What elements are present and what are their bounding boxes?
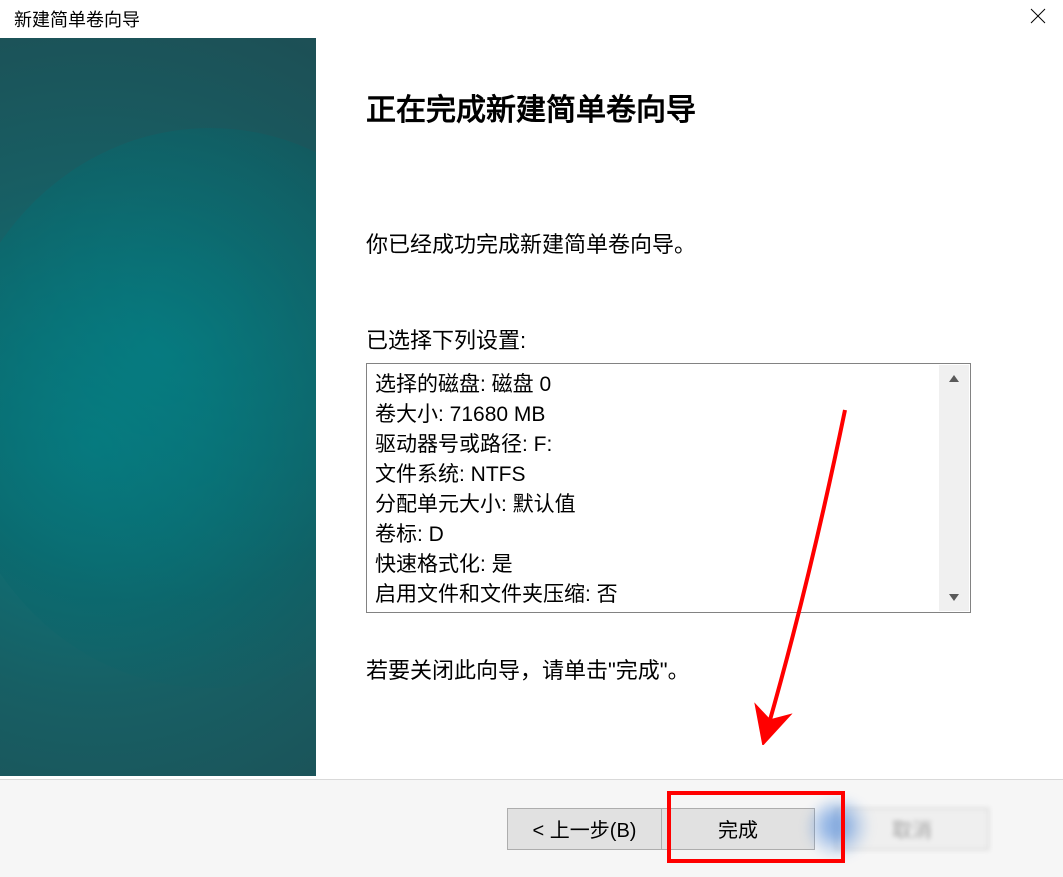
list-item: 卷大小: 71680 MB — [375, 400, 962, 430]
back-button[interactable]: < 上一步(B) — [507, 808, 661, 850]
list-item: 启用文件和文件夹压缩: 否 — [375, 580, 962, 610]
close-icon — [1029, 7, 1047, 25]
decorative-blur — [807, 799, 873, 859]
settings-label: 已选择下列设置: — [366, 323, 1003, 355]
button-row: < 上一步(B) 完成 取消 — [0, 779, 1063, 877]
list-item: 驱动器号或路径: F: — [375, 430, 962, 460]
closing-text: 若要关闭此向导，请单击"完成"。 — [366, 653, 1003, 685]
intro-text: 你已经成功完成新建简单卷向导。 — [366, 227, 1003, 259]
chevron-up-icon — [948, 373, 960, 383]
list-item: 卷标: D — [375, 520, 962, 550]
settings-list: 选择的磁盘: 磁盘 0 卷大小: 71680 MB 驱动器号或路径: F: 文件… — [367, 364, 970, 612]
list-item: 选择的磁盘: 磁盘 0 — [375, 370, 962, 400]
settings-listbox[interactable]: 选择的磁盘: 磁盘 0 卷大小: 71680 MB 驱动器号或路径: F: 文件… — [366, 363, 971, 613]
wizard-banner — [0, 38, 316, 776]
content-area: 正在完成新建简单卷向导 你已经成功完成新建简单卷向导。 已选择下列设置: 选择的… — [316, 38, 1063, 778]
scrollbar[interactable] — [939, 365, 969, 611]
title-bar: 新建简单卷向导 — [0, 0, 1063, 38]
page-heading: 正在完成新建简单卷向导 — [366, 85, 1003, 129]
window-title: 新建简单卷向导 — [14, 6, 140, 32]
finish-button[interactable]: 完成 — [661, 808, 815, 850]
chevron-down-icon — [948, 593, 960, 603]
list-item: 分配单元大小: 默认值 — [375, 490, 962, 520]
dialog-body: 正在完成新建简单卷向导 你已经成功完成新建简单卷向导。 已选择下列设置: 选择的… — [0, 38, 1063, 778]
scroll-down-button[interactable] — [939, 585, 969, 611]
list-item: 快速格式化: 是 — [375, 550, 962, 580]
close-button[interactable] — [1019, 1, 1057, 31]
list-item: 文件系统: NTFS — [375, 460, 962, 490]
scroll-up-button[interactable] — [939, 365, 969, 391]
